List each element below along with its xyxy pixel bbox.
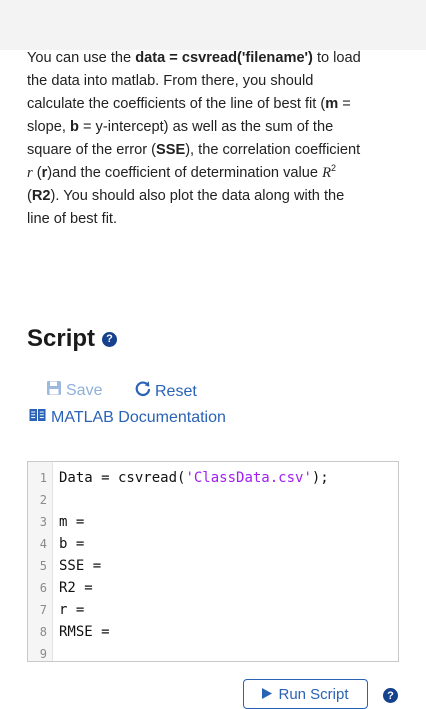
save-label: Save <box>66 381 103 399</box>
code-line[interactable]: 6 R2 = <box>28 577 398 599</box>
floppy-disk-icon <box>46 380 62 401</box>
line-number: 4 <box>39 537 47 551</box>
code-text: SSE = <box>59 558 102 574</box>
code-text: m = <box>59 514 85 530</box>
matlab-documentation-link[interactable]: MATLAB Documentation <box>29 408 226 427</box>
code-line[interactable]: 7 r = <box>28 599 398 621</box>
code-line[interactable]: 8 RMSE = <box>28 621 398 643</box>
save-button[interactable]: Save <box>46 380 102 401</box>
doc-label: MATLAB Documentation <box>51 408 226 426</box>
code-text: r = <box>59 602 85 618</box>
line-number: 9 <box>39 647 47 661</box>
line-number: 2 <box>39 493 47 507</box>
help-icon[interactable]: ? <box>102 331 118 347</box>
problem-description: You can use the data = csvread('filename… <box>27 50 361 227</box>
book-icon <box>29 408 46 427</box>
code-line[interactable]: 3 m = <box>28 511 398 533</box>
run-script-button[interactable]: Run Script <box>243 679 368 709</box>
code-editor[interactable]: 1 Data = csvread('ClassData.csv'); 2 3 m… <box>27 461 399 662</box>
script-title: Script <box>27 325 96 352</box>
code-text: Data = csvread('ClassData.csv'); <box>59 470 329 486</box>
line-number: 8 <box>39 625 47 639</box>
top-bar <box>0 0 426 50</box>
line-number: 3 <box>39 515 47 529</box>
line-number: 1 <box>39 471 47 485</box>
run-help-icon[interactable]: ? <box>383 688 398 703</box>
line-number: 6 <box>39 581 47 595</box>
code-line[interactable]: 4 b = <box>28 533 398 555</box>
reset-label: Reset <box>155 382 197 400</box>
code-line[interactable]: 5 SSE = <box>28 555 398 577</box>
code-line[interactable]: 1 Data = csvread('ClassData.csv'); <box>28 467 398 489</box>
code-text: R2 = <box>59 580 93 596</box>
code-line[interactable]: 2 <box>28 489 398 511</box>
code-text: RMSE = <box>59 624 110 640</box>
code-text: b = <box>59 536 85 552</box>
line-number: 5 <box>39 559 47 573</box>
reset-button[interactable]: Reset <box>134 380 197 403</box>
line-number: 7 <box>39 603 47 617</box>
code-line[interactable]: 9 <box>28 643 398 661</box>
string-literal: 'ClassData.csv' <box>185 470 312 486</box>
refresh-icon <box>134 380 152 403</box>
script-heading: Script ? <box>27 325 118 353</box>
